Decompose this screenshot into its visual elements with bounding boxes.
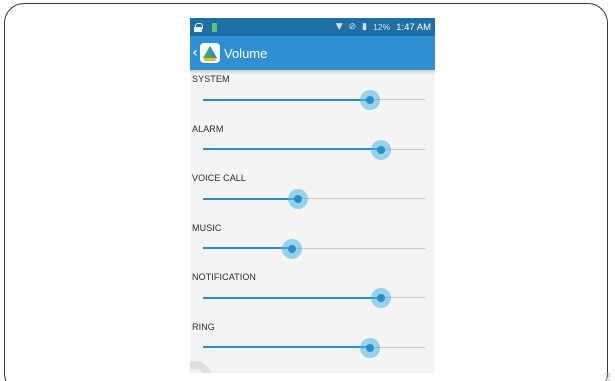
volume-slider-system[interactable] [203, 90, 425, 110]
slider-fill [203, 98, 370, 101]
slider-thumb[interactable] [359, 90, 380, 110]
slider-fill [203, 247, 292, 249]
battery-percent: 12% [373, 22, 391, 32]
wifi-icon: ▼ [335, 22, 343, 32]
slider-label: SYSTEM [192, 74, 230, 84]
slide-number: 2 [604, 372, 611, 381]
slider-fill [203, 346, 370, 348]
slider-label: ALARM [192, 123, 224, 134]
status-time: 1:47 AM [396, 21, 431, 33]
volume-row-notification: NOTIFICATION [190, 268, 435, 318]
volume-slider-music[interactable] [203, 238, 425, 259]
volume-slider-notification[interactable] [203, 288, 425, 308]
volume-slider-list: SYSTEM ALARM VOICE CALL MUSIC NOTIFICATI… [190, 70, 435, 367]
phone-screen: ▼ ⊘ ▮ 12% 1:47 AM ‹ Volume SYSTEM ALARM [190, 18, 435, 373]
slider-label: NOTIFICATION [192, 272, 257, 282]
slider-thumb[interactable] [359, 337, 380, 358]
volume-row-ring: RING [190, 318, 435, 368]
slider-thumb[interactable] [370, 288, 391, 308]
slider-label: VOICE CALL [192, 173, 247, 183]
app-bar: ‹ Volume [190, 36, 435, 70]
slider-label: MUSIC [192, 222, 222, 233]
volume-slider-alarm[interactable] [203, 139, 425, 160]
app-logo-icon [200, 43, 220, 63]
battery-indicator-icon [212, 22, 217, 32]
volume-row-music: MUSIC [190, 219, 435, 269]
page-title: Volume [224, 45, 268, 61]
slider-label: RING [192, 321, 215, 332]
slider-thumb[interactable] [281, 238, 302, 259]
volume-row-alarm: ALARM [190, 120, 435, 170]
volume-slider-ring[interactable] [203, 337, 425, 358]
slider-thumb[interactable] [370, 139, 391, 160]
back-chevron-icon[interactable]: ‹ [190, 45, 200, 61]
status-bar: ▼ ⊘ ▮ 12% 1:47 AM [190, 18, 435, 36]
volume-row-voice-call: VOICE CALL [190, 169, 435, 219]
lock-icon [194, 22, 203, 32]
slider-fill [203, 148, 381, 150]
slider-fill [203, 197, 299, 200]
slider-thumb[interactable] [288, 189, 309, 209]
no-signal-icon: ⊘ [348, 22, 357, 32]
battery-charging-icon: ▮ [362, 22, 368, 32]
slider-fill [203, 296, 381, 299]
volume-slider-voice-call[interactable] [203, 189, 425, 209]
volume-row-system: SYSTEM [190, 70, 435, 120]
